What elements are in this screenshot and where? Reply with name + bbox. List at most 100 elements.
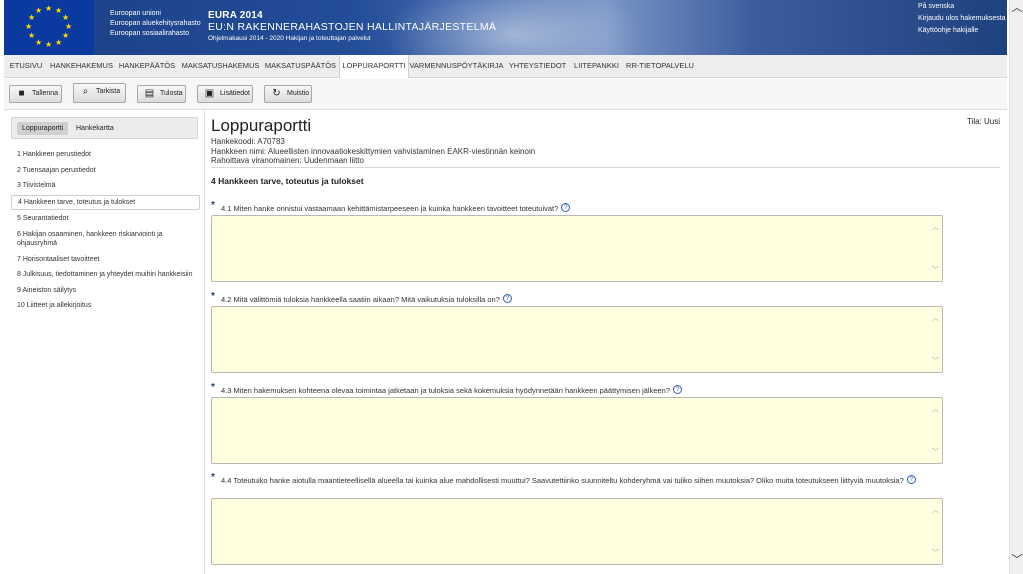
project-code: Hankekoodi: A70783: [211, 137, 285, 146]
print-button[interactable]: ▤ Tulosta: [137, 85, 186, 103]
funding-authority: Rahoittava viranomainen: Uudenmaan liitt…: [211, 156, 364, 165]
question-4-3-text: 4.3 Miten hakemuksen kohteena olevaa toi…: [221, 386, 671, 395]
system-title-name: EURA 2014: [208, 10, 263, 21]
question-4-4: * 4.4 Toteutuiko hanke aiotulla maantiet…: [211, 472, 946, 486]
printer-icon: ▤: [144, 88, 155, 99]
status-label: Tila: Uusi: [966, 117, 1000, 126]
eu-star-icon: ★: [25, 22, 33, 31]
sidebar-item-6[interactable]: 6 Hakijan osaaminen, hankkeen riskiarvio…: [11, 228, 200, 251]
sidebar-item-8[interactable]: 8 Julkisuus, tiedottaminen ja yhteydet m…: [11, 268, 200, 282]
scroll-down-icon[interactable]: ﹀: [932, 447, 939, 457]
nav-item-loppuraportti[interactable]: LOPPURAPORTTI: [339, 55, 409, 78]
sidebar-item-9[interactable]: 9 Aineiston säilytys: [11, 284, 200, 298]
project-meta: Hankekoodi: A70783 Hankkeen nimi: Alueel…: [211, 137, 535, 166]
question-4-3: * 4.3 Miten hakemuksen kohteena olevaa t…: [211, 382, 951, 396]
check-button[interactable]: ⌕ Tarkista: [73, 83, 126, 103]
question-4-1: * 4.1 Miten hanke onnistui vastaamaan ke…: [211, 200, 951, 214]
eu-star-icon: ★: [62, 31, 70, 40]
eu-star-icon: ★: [45, 40, 53, 49]
answer-4-2-textarea[interactable]: ︿ ﹀: [211, 306, 943, 373]
nav-item-liitepankki[interactable]: LIITEPANKKI: [571, 55, 622, 78]
required-marker: *: [211, 291, 215, 302]
sidebar-item-5[interactable]: 5 Seurantatiedot: [11, 212, 200, 226]
eu-star-icon: ★: [35, 38, 43, 47]
system-subtitle: Ohjelmakausi 2014 - 2020 Hakijan ja tote…: [208, 35, 371, 42]
eu-star-icon: ★: [45, 4, 53, 13]
scroll-down-icon[interactable]: ﹀: [932, 548, 939, 558]
scroll-up-icon[interactable]: ︿: [932, 313, 939, 323]
sidebar-item-2[interactable]: 2 Tuensaajan perustiedot: [11, 164, 200, 178]
browser-window: ★ ★ ★ ★ ★ ★ ★ ★ ★ ★ ★ ★ Euroopan unioni …: [0, 0, 1009, 574]
header-banner: ★ ★ ★ ★ ★ ★ ★ ★ ★ ★ ★ ★ Euroopan unioni …: [4, 0, 1007, 55]
answer-4-1-textarea[interactable]: ︿ ﹀: [211, 215, 943, 282]
check-button-label: Tarkista: [96, 88, 121, 95]
scroll-up-icon[interactable]: ︿: [932, 222, 939, 232]
help-icon[interactable]: ?: [561, 203, 571, 212]
fund-line: Euroopan aluekehitysrahasto: [110, 20, 201, 27]
info-button-label: Lisätiedot: [220, 90, 250, 97]
question-4-4-text: 4.4 Toteutuiko hanke aiotulla maantietee…: [221, 476, 904, 485]
main-nav: ETUSIVU HANKEHAKEMUS HANKEPÄÄTÖS MAKSATU…: [4, 55, 1007, 78]
nav-item-hankehakemus[interactable]: HANKEHAKEMUS: [48, 55, 115, 78]
tab-loppuraportti[interactable]: Loppuraportti: [17, 122, 69, 135]
fund-line: Euroopan unioni: [110, 10, 161, 17]
sidebar-tabs: Loppuraportti Hankekartta: [11, 117, 198, 139]
scroll-down-icon[interactable]: ﹀: [932, 356, 939, 366]
user-guide-link[interactable]: Käyttöohje hakijalle: [918, 25, 1006, 37]
sidebar-item-7[interactable]: 7 Horisontaaliset tavoitteet: [11, 253, 200, 267]
scroll-down-arrow-icon[interactable]: ﹀: [1010, 554, 1023, 566]
top-links: På svenska Kirjaudu ulos hakemuksesta Kä…: [918, 1, 1006, 37]
nav-item-maksatuspaatos[interactable]: MAKSATUSPÄÄTÖS: [262, 55, 339, 78]
save-icon: ■: [18, 88, 25, 99]
scroll-up-arrow-icon[interactable]: ︿: [1010, 2, 1023, 14]
required-marker: *: [211, 472, 215, 483]
fund-line: Euroopan sosiaalirahasto: [110, 30, 189, 37]
eu-star-icon: ★: [28, 13, 36, 22]
save-button-label: Tallenna: [32, 90, 59, 97]
nav-item-hankepaatos[interactable]: HANKEPÄÄTÖS: [115, 55, 179, 78]
page-scrollbar[interactable]: ︿ ﹀: [1009, 0, 1023, 574]
logout-link[interactable]: Kirjaudu ulos hakemuksesta: [918, 13, 1006, 25]
question-4-2-text: 4.2 Mitä välittömiä tuloksia hankkeella …: [221, 295, 500, 304]
refresh-icon: ↻: [272, 88, 281, 99]
sidebar-item-1[interactable]: 1 Hankkeen perustiedot: [11, 148, 200, 162]
sidebar-item-10[interactable]: 10 Liitteet ja allekirjoitus: [11, 299, 200, 313]
sidebar-item-3[interactable]: 3 Tiivistelmä: [11, 179, 200, 193]
help-icon[interactable]: ?: [906, 475, 916, 484]
scroll-up-icon[interactable]: ︿: [932, 404, 939, 414]
project-name: Hankkeen nimi: Alueellisten innovaatioke…: [211, 146, 536, 156]
eu-star-icon: ★: [65, 22, 73, 31]
eu-star-icon: ★: [62, 13, 70, 22]
print-button-label: Tulosta: [160, 90, 183, 97]
nav-item-rr-tietopalvelu[interactable]: RR-TIETOPALVELU: [622, 55, 698, 78]
sidebar-item-4[interactable]: 4 Hankkeen tarve, toteutus ja tulokset: [11, 194, 200, 210]
answer-4-3-textarea[interactable]: ︿ ﹀: [211, 397, 943, 464]
scroll-down-icon[interactable]: ﹀: [932, 265, 939, 275]
help-icon[interactable]: ?: [502, 294, 512, 303]
system-title: EURA 2014 EU:N RAKENNERAHASTOJEN HALLINT…: [208, 10, 496, 42]
eu-star-icon: ★: [28, 31, 36, 40]
eu-star-icon: ★: [35, 6, 43, 15]
magnifier-icon: ⌕: [82, 86, 89, 97]
answer-4-4-textarea[interactable]: ︿ ﹀: [211, 498, 943, 565]
nav-item-yhteystiedot[interactable]: YHTEYSTIEDOT: [504, 55, 571, 78]
fund-names: Euroopan unioni Euroopan aluekehitysraha…: [110, 9, 201, 39]
language-link[interactable]: På svenska: [918, 1, 1006, 13]
eu-star-icon: ★: [55, 38, 63, 47]
nav-item-varmennuspoytakirja[interactable]: VARMENNUSPÖYTÄKIRJA: [409, 55, 504, 78]
scroll-up-icon[interactable]: ︿: [932, 505, 939, 515]
save-button[interactable]: ■ Tallenna: [9, 85, 62, 103]
info-button[interactable]: ▣ Lisätiedot: [197, 85, 253, 103]
toolbar: ■ Tallenna ⌕ Tarkista ▤ Tulosta ▣ Lisäti…: [4, 79, 1007, 110]
required-marker: *: [211, 382, 215, 393]
page-title: Loppuraportti: [211, 116, 312, 135]
memo-button[interactable]: ↻ Muistio: [264, 85, 312, 103]
main-content: Loppuraportti Tila: Uusi Hankekoodi: A70…: [211, 111, 1005, 574]
nav-item-maksatushakemus[interactable]: MAKSATUSHAKEMUS: [179, 55, 262, 78]
sidebar: Loppuraportti Hankekartta 1 Hankkeen per…: [4, 111, 205, 574]
divider: [211, 167, 1000, 168]
tab-hankekartta[interactable]: Hankekartta: [71, 122, 119, 135]
sidebar-section-list: 1 Hankkeen perustiedot 2 Tuensaajan peru…: [11, 148, 200, 313]
nav-item-etusivu[interactable]: ETUSIVU: [4, 55, 48, 78]
help-icon[interactable]: ?: [673, 385, 683, 394]
